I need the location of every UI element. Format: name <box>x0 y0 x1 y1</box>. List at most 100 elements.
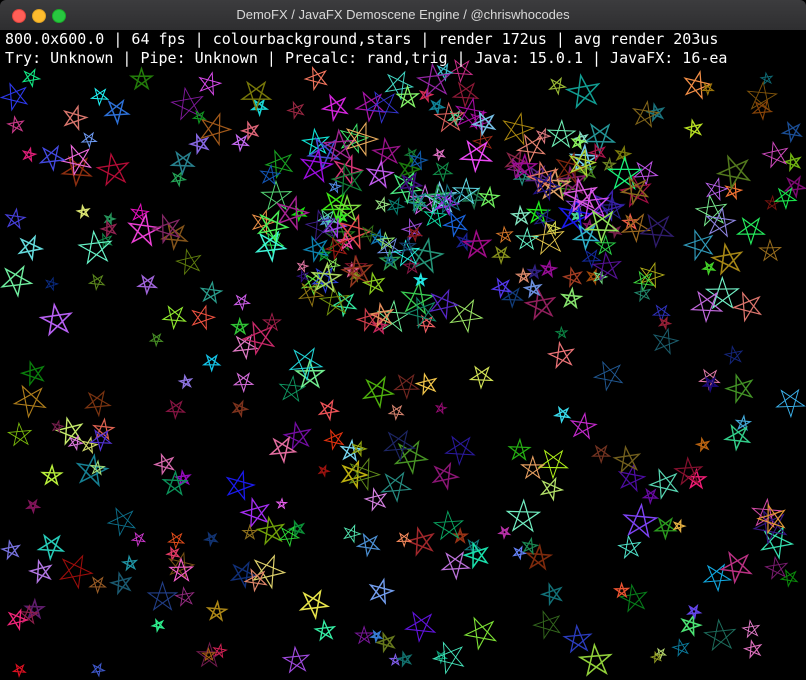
star-icon <box>199 280 224 305</box>
stats-line-2: Try: Unknown | Pipe: Unknown | Precalc: … <box>5 49 728 67</box>
star-icon <box>188 132 210 156</box>
star-icon <box>99 219 118 239</box>
star-icon <box>703 618 737 652</box>
star-icon <box>432 161 454 183</box>
star-icon <box>780 120 803 144</box>
star-icon <box>432 147 446 162</box>
star-icon <box>403 147 419 162</box>
star-icon <box>38 302 74 337</box>
star-icon <box>539 582 563 607</box>
star-icon <box>497 525 512 540</box>
star-icon <box>355 532 381 558</box>
star-icon <box>702 563 733 593</box>
star-icon <box>361 375 396 409</box>
star-icon <box>232 372 255 394</box>
star-icon <box>296 259 310 273</box>
star-icon <box>361 271 386 296</box>
demo-canvas[interactable]: 800.0x600.0 | 64 fps | colourbackground,… <box>0 30 806 680</box>
star-icon <box>782 152 802 173</box>
star-icon <box>562 623 593 654</box>
star-icon <box>515 133 547 164</box>
star-icon <box>374 196 392 213</box>
star-icon <box>27 558 53 585</box>
star-icon <box>783 175 806 199</box>
star-icon <box>461 228 493 259</box>
star-icon <box>672 518 687 534</box>
star-icon <box>491 245 512 266</box>
star-icon <box>165 399 187 421</box>
star-icon <box>428 288 460 320</box>
star-icon <box>24 498 42 515</box>
star-icon <box>198 71 223 97</box>
star-icon <box>161 469 189 497</box>
star-icon <box>231 399 250 419</box>
star-icon <box>380 471 413 503</box>
star-icon <box>281 645 311 674</box>
star-icon <box>89 87 110 107</box>
star-icon <box>298 589 331 621</box>
star-icon <box>6 421 33 447</box>
star-icon <box>680 613 703 638</box>
star-icon <box>694 436 711 453</box>
star-icon <box>758 238 783 262</box>
star-icon <box>514 226 540 251</box>
star-icon <box>62 104 89 132</box>
star-icon <box>638 213 675 249</box>
star-icon <box>21 146 38 163</box>
star-icon <box>477 185 501 209</box>
star-icon <box>317 399 341 422</box>
star-icon <box>278 374 307 403</box>
star-icon <box>75 203 91 220</box>
star-icon <box>169 150 196 177</box>
star-icon <box>530 220 565 256</box>
stats-overlay: 800.0x600.0 | 64 fps | colourbackground,… <box>5 30 727 68</box>
star-icon <box>546 340 576 370</box>
star-icon <box>622 502 659 539</box>
star-icon <box>136 274 159 296</box>
star-icon <box>146 580 179 611</box>
star-icon <box>590 444 612 465</box>
star-icon <box>653 516 678 541</box>
star-icon <box>150 617 166 634</box>
star-icon <box>587 142 607 163</box>
star-icon <box>532 610 561 640</box>
star-icon <box>559 286 584 310</box>
star-icon <box>463 616 498 651</box>
star-icon <box>260 179 293 211</box>
star-icon <box>601 156 618 172</box>
star-icon <box>6 608 30 632</box>
star-icon <box>231 133 251 153</box>
star-icon <box>764 194 781 211</box>
star-icon <box>339 438 364 463</box>
star-icon <box>539 476 565 502</box>
star-icon <box>165 546 181 562</box>
star-icon <box>428 97 447 116</box>
star-icon <box>775 388 806 419</box>
star-icon <box>514 267 532 284</box>
star-icon <box>161 305 188 331</box>
star-icon <box>552 405 572 424</box>
star-icon <box>395 532 413 548</box>
star-icon <box>614 144 633 164</box>
star-icon <box>612 444 642 474</box>
star-icon <box>241 523 259 540</box>
star-icon <box>191 304 217 331</box>
star-icon <box>715 154 752 191</box>
app-window: DemoFX / JavaFX Demoscene Engine / @chri… <box>0 0 806 680</box>
star-icon <box>259 163 282 186</box>
star-icon <box>40 463 64 487</box>
star-icon <box>639 261 666 289</box>
star-icon <box>761 140 789 169</box>
star-icon <box>741 619 761 639</box>
star-icon <box>109 571 133 596</box>
star-icon <box>233 293 252 312</box>
star-icon <box>0 264 34 298</box>
star-icon <box>442 211 469 238</box>
star-icon <box>386 196 406 216</box>
star-icon <box>212 642 228 659</box>
star-icon <box>239 496 270 529</box>
star-icon <box>355 307 380 333</box>
title-bar[interactable]: DemoFX / JavaFX Demoscene Engine / @chri… <box>0 0 806 31</box>
star-icon <box>160 222 189 251</box>
star-icon <box>130 531 147 548</box>
